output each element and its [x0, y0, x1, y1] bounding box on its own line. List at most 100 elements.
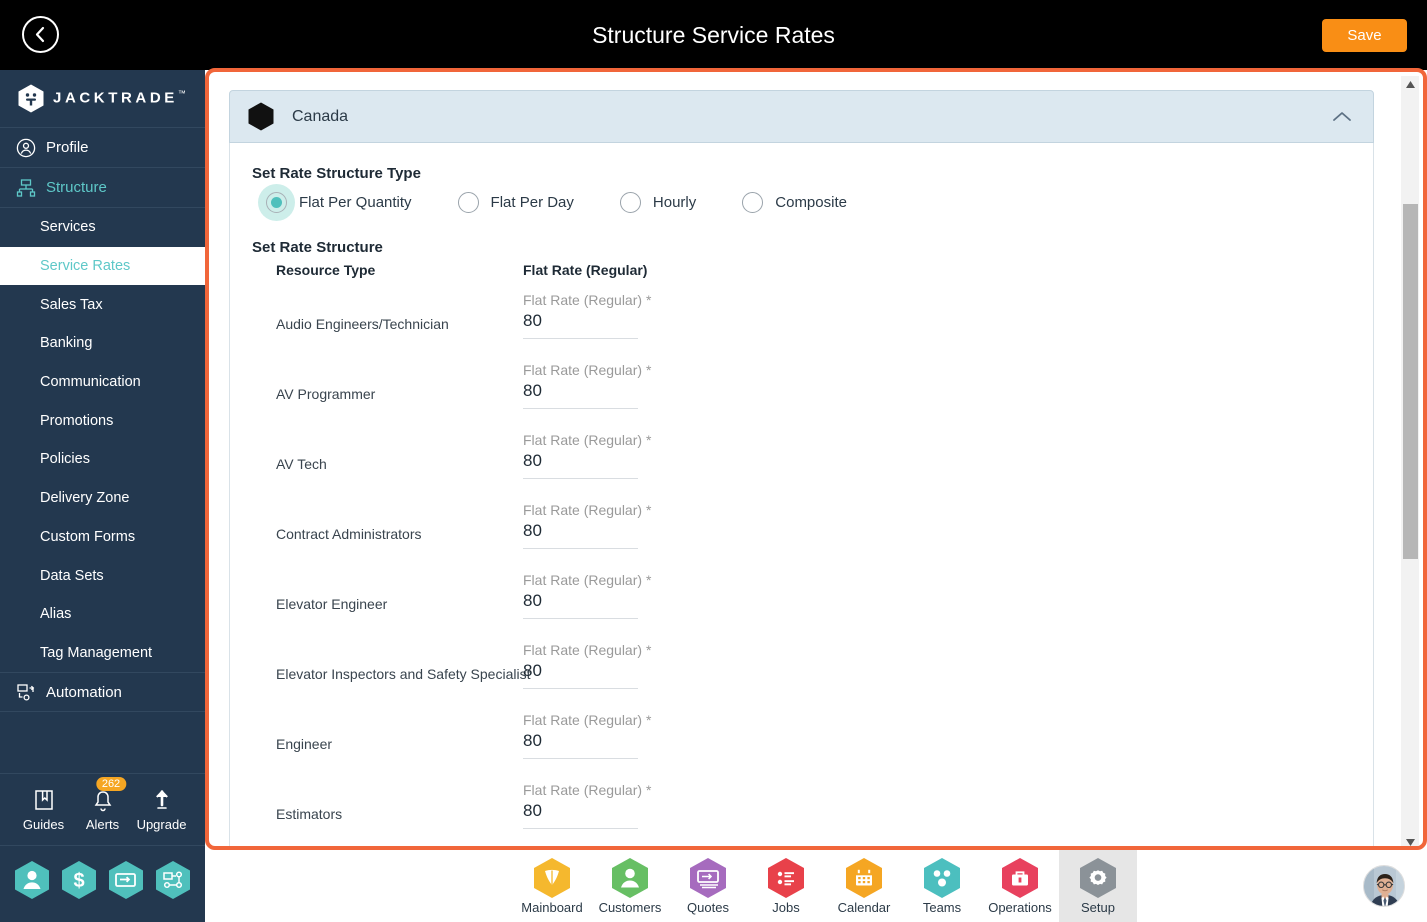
- bottom-nav-operations[interactable]: Operations: [981, 850, 1059, 922]
- workflow-hex-icon[interactable]: [155, 860, 191, 900]
- country-section-header[interactable]: Canada: [229, 90, 1374, 143]
- chevron-up-icon[interactable]: [1329, 109, 1355, 125]
- sidebar-item-alias[interactable]: Alias: [0, 595, 205, 634]
- radio-flat-per-day[interactable]: Flat Per Day: [457, 192, 574, 213]
- sidebar-item-profile[interactable]: Profile: [0, 128, 205, 168]
- bottom-nav-setup[interactable]: Setup: [1059, 850, 1137, 922]
- brand-name: JACKTRADE™: [53, 89, 186, 107]
- table-row: Elevator Inspectors and Safety Specialis…: [252, 642, 1351, 712]
- flat-rate-input[interactable]: [523, 311, 638, 339]
- sidebar-item-automation[interactable]: Automation: [0, 672, 205, 713]
- automation-flow-icon: [16, 682, 36, 702]
- radio-circle-icon: [266, 192, 287, 213]
- rate-type-radio-group: Flat Per Quantity Flat Per Day Hourly Co…: [258, 184, 1351, 221]
- bottom-nav-teams[interactable]: Teams: [903, 850, 981, 922]
- bottom-nav-jobs[interactable]: Jobs: [747, 850, 825, 922]
- sidebar-item-label: Tag Management: [40, 644, 153, 661]
- scrollbar-thumb[interactable]: [1403, 204, 1418, 559]
- sidebar-item-data-sets[interactable]: Data Sets: [0, 556, 205, 595]
- sidebar-item-tag-management[interactable]: Tag Management: [0, 634, 205, 673]
- user-circle-icon: [16, 138, 36, 158]
- flat-rate-input[interactable]: [523, 381, 638, 409]
- dollar-hex-icon[interactable]: $: [61, 860, 97, 900]
- svg-text:$: $: [73, 870, 84, 892]
- sidebar-item-banking[interactable]: Banking: [0, 324, 205, 363]
- bottom-nav-label: Customers: [598, 900, 662, 915]
- sidebar-item-label: Alias: [40, 606, 72, 623]
- bottom-nav-quotes[interactable]: Quotes: [669, 850, 747, 922]
- sidebar-item-structure[interactable]: Structure: [0, 168, 205, 208]
- rate-field-cell: Flat Rate (Regular) *: [523, 502, 823, 549]
- sidebar: JACKTRADE™ Profile Structure Services Se…: [0, 70, 205, 922]
- content-scrollbar[interactable]: [1401, 76, 1419, 846]
- rate-field-label: Flat Rate (Regular) *: [523, 362, 823, 378]
- radio-composite[interactable]: Composite: [742, 192, 847, 213]
- flat-rate-input[interactable]: [523, 451, 638, 479]
- sidebar-item-label: Services: [40, 219, 96, 236]
- bottom-nav-label: Calendar: [837, 900, 891, 915]
- radio-dot-icon: [271, 197, 282, 208]
- bottom-nav-label: Jobs: [772, 900, 800, 915]
- rate-structure-table: Resource Type Flat Rate (Regular) Audio …: [252, 262, 1351, 846]
- rate-field-label: Flat Rate (Regular) *: [523, 572, 823, 588]
- jacktrade-hex-logo: [18, 84, 44, 113]
- rate-field-label: Flat Rate (Regular) *: [523, 712, 823, 728]
- alerts-label: Alerts: [85, 817, 120, 833]
- bottom-nav-calendar[interactable]: Calendar: [825, 850, 903, 922]
- flat-rate-input[interactable]: [523, 521, 638, 549]
- table-row: AV Tech Flat Rate (Regular) *: [252, 432, 1351, 502]
- sidebar-item-communication[interactable]: Communication: [0, 363, 205, 402]
- triangle-up-icon[interactable]: [1401, 76, 1419, 92]
- sidebar-item-services[interactable]: Services: [0, 208, 205, 247]
- guides-button[interactable]: Guides: [14, 787, 73, 832]
- customers-hex-icon: [611, 857, 649, 899]
- user-avatar-photo[interactable]: [1363, 865, 1405, 907]
- upload-arrow-icon: [132, 787, 191, 813]
- upgrade-button[interactable]: Upgrade: [132, 787, 191, 832]
- sidebar-item-custom-forms[interactable]: Custom Forms: [0, 518, 205, 557]
- table-row: Estimators Flat Rate (Regular) *: [252, 782, 1351, 846]
- money-transfer-hex-icon[interactable]: [108, 860, 144, 900]
- sidebar-item-promotions[interactable]: Promotions: [0, 401, 205, 440]
- mainboard-hex-icon: [533, 857, 571, 899]
- sidebar-quick-row: $: [0, 846, 205, 913]
- resource-type-label: Elevator Engineer: [276, 596, 388, 612]
- bottom-nav-customers[interactable]: Customers: [591, 850, 669, 922]
- bottom-nav-label: Quotes: [687, 900, 729, 915]
- bottom-nav-mainboard[interactable]: Mainboard: [513, 850, 591, 922]
- radio-circle-icon: [457, 192, 479, 213]
- flat-rate-input[interactable]: [523, 731, 638, 759]
- bottom-nav-label: Mainboard: [521, 900, 583, 915]
- setup-gear-hex-icon: [1079, 857, 1117, 899]
- flat-rate-input[interactable]: [523, 591, 638, 619]
- radio-label: Hourly: [652, 194, 697, 211]
- flat-rate-input[interactable]: [523, 801, 638, 829]
- bottom-nav-label: Operations: [988, 900, 1052, 915]
- alerts-button[interactable]: 262 Alerts: [73, 777, 132, 833]
- resource-type-label: Audio Engineers/Technician: [276, 316, 449, 332]
- save-button[interactable]: Save: [1322, 19, 1407, 52]
- jobs-hex-icon: [767, 857, 805, 899]
- flat-rate-input[interactable]: [523, 661, 638, 689]
- sidebar-item-delivery-zone[interactable]: Delivery Zone: [0, 479, 205, 518]
- sidebar-item-label: Structure: [46, 179, 107, 196]
- sidebar-item-label: Promotions: [40, 412, 114, 429]
- column-header-flat-rate: Flat Rate (Regular): [523, 262, 648, 278]
- brand-logo[interactable]: JACKTRADE™: [0, 70, 205, 128]
- rate-field-label-text: Flat Rate (Regular): [523, 642, 643, 658]
- radio-flat-per-quantity[interactable]: Flat Per Quantity: [258, 184, 412, 221]
- radio-hourly[interactable]: Hourly: [619, 192, 697, 213]
- upgrade-label: Upgrade: [136, 817, 187, 833]
- person-hex-icon[interactable]: [14, 860, 50, 900]
- org-chart-icon: [16, 178, 36, 198]
- rate-field-cell: Flat Rate (Regular) *: [523, 712, 823, 759]
- sidebar-item-label: Banking: [40, 335, 93, 352]
- sidebar-item-sales-tax[interactable]: Sales Tax: [0, 285, 205, 324]
- alerts-badge: 262: [95, 777, 127, 792]
- sidebar-item-policies[interactable]: Policies: [0, 440, 205, 479]
- required-asterisk: *: [645, 502, 652, 518]
- radio-selected-halo: [258, 184, 295, 221]
- radio-label: Flat Per Day: [490, 194, 574, 211]
- sidebar-item-service-rates[interactable]: Service Rates: [0, 246, 205, 286]
- triangle-down-icon[interactable]: [1401, 834, 1419, 846]
